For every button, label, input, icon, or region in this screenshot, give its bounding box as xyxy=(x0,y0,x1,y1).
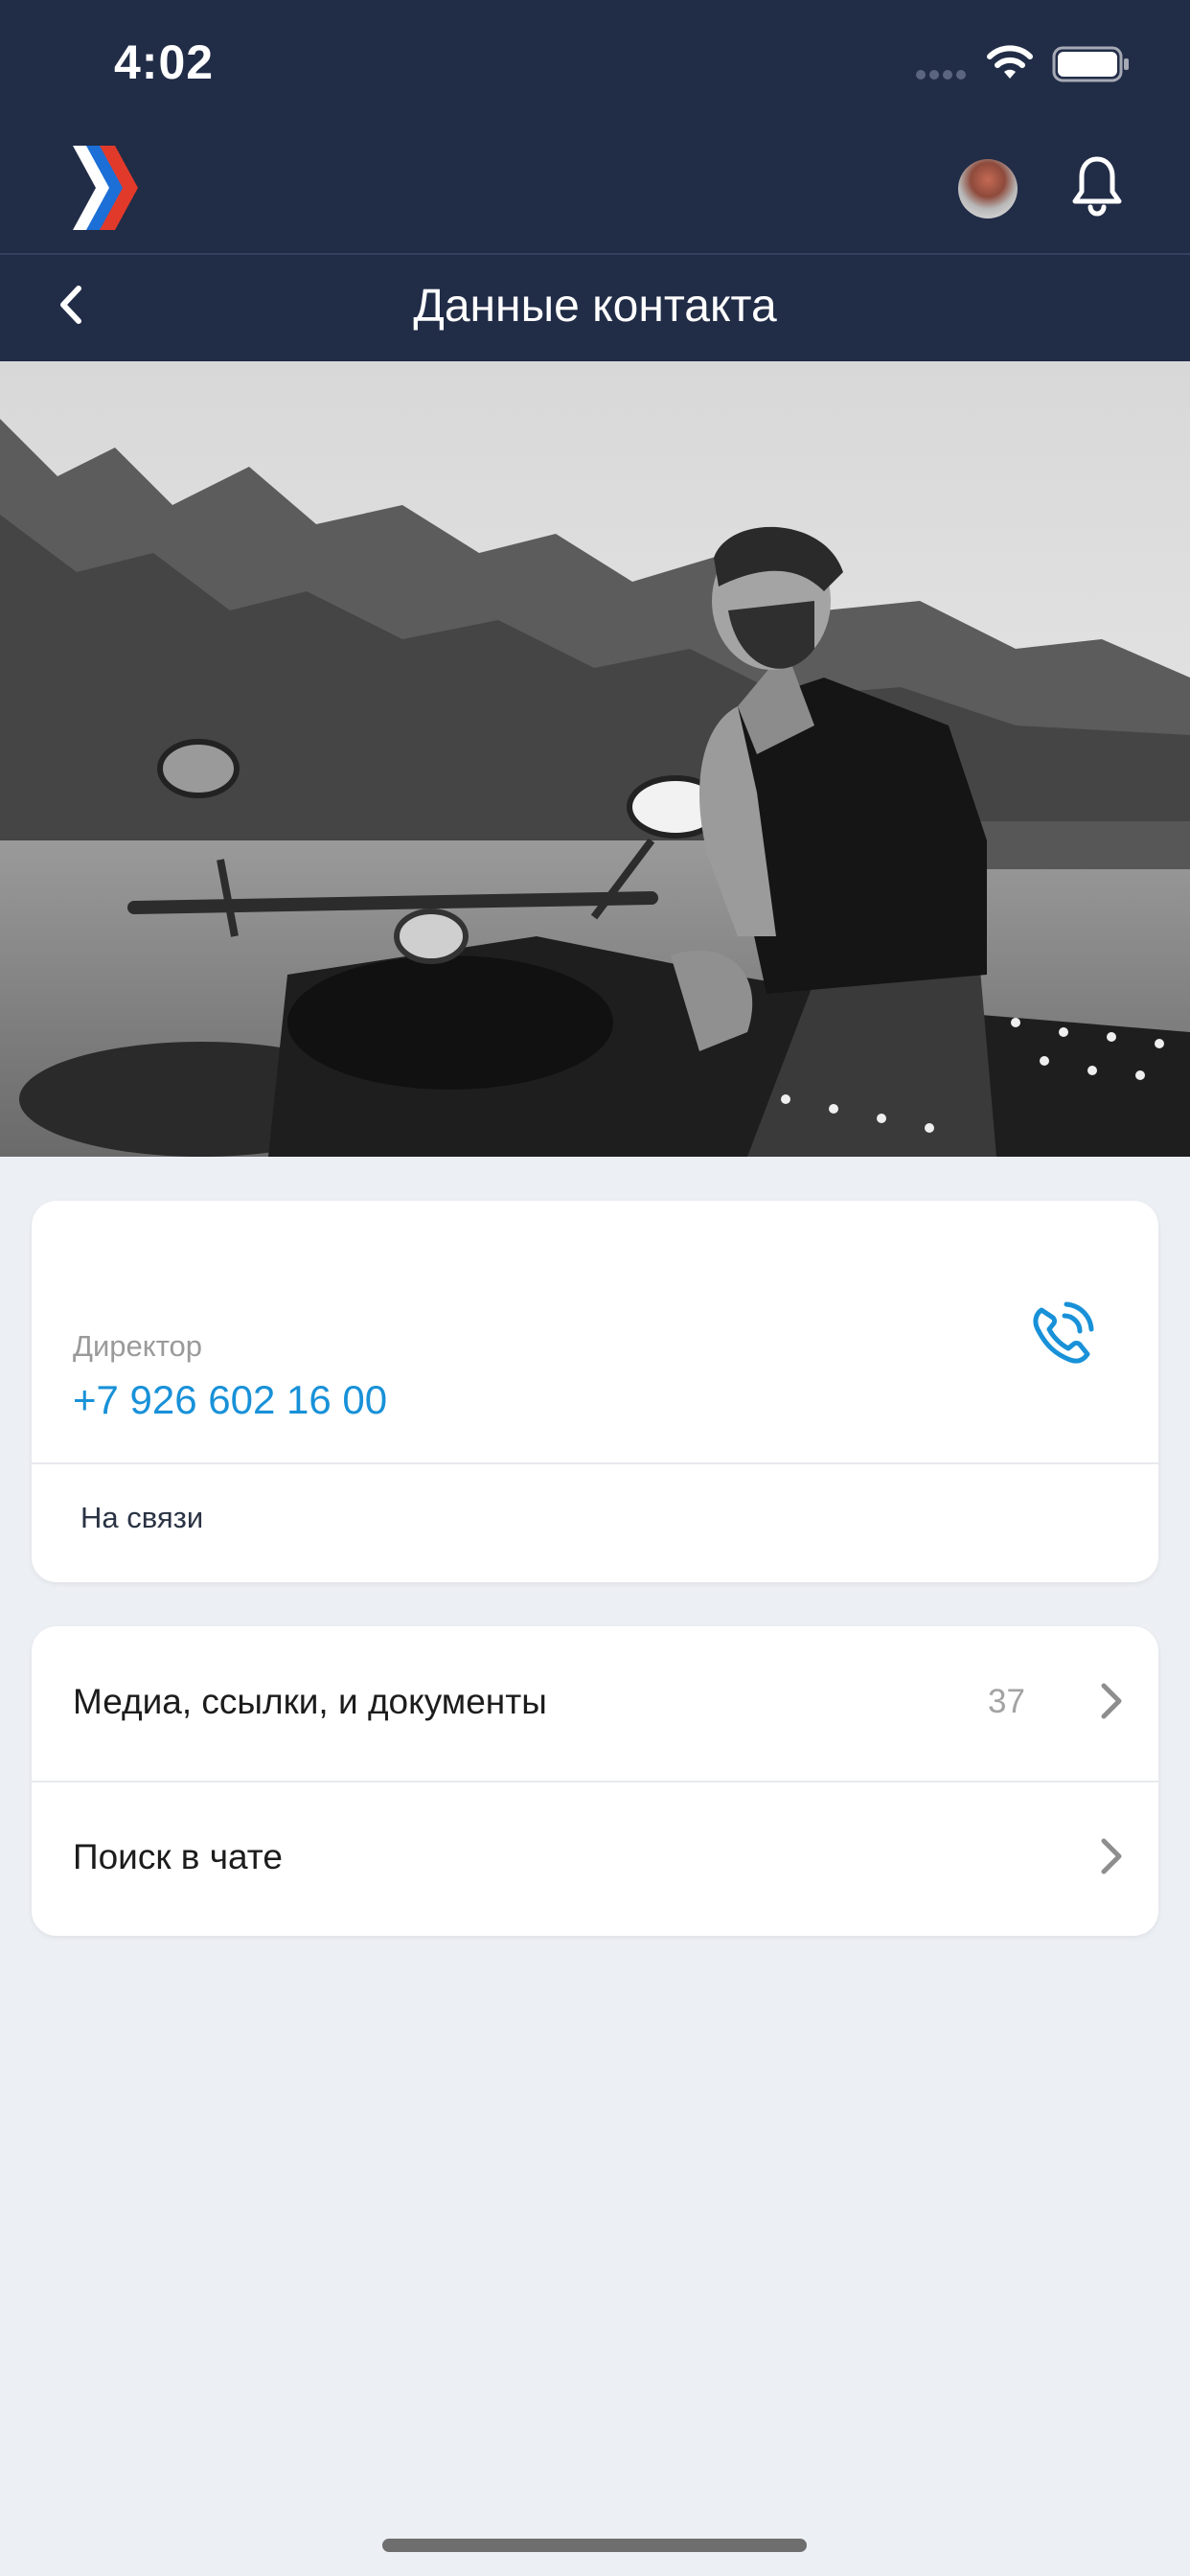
contact-divider xyxy=(32,1462,1158,1464)
status-time: 4:02 xyxy=(114,35,215,89)
menu-item-search-chat[interactable]: Поиск в чате xyxy=(32,1782,1158,1936)
status-bar: 4:02 xyxy=(0,0,1190,129)
app-logo-icon[interactable] xyxy=(71,144,140,232)
contact-phone[interactable]: +7 926 602 16 00 xyxy=(73,1377,387,1423)
contact-photo xyxy=(0,361,1190,1157)
header: 4:02 Данные контакта xyxy=(0,0,1190,361)
chevron-right-icon xyxy=(1101,1838,1122,1874)
wifi-icon xyxy=(987,45,1033,79)
contact-role: Директор xyxy=(73,1329,203,1363)
home-indicator[interactable] xyxy=(382,2539,807,2552)
user-avatar[interactable] xyxy=(958,159,1018,218)
menu-item-media[interactable]: Медиа, ссылки, и документы 37 xyxy=(32,1626,1158,1781)
contact-menu: Медиа, ссылки, и документы 37 Поиск в ча… xyxy=(32,1626,1158,1936)
phone-call-icon[interactable] xyxy=(1024,1297,1101,1373)
media-count-badge: 37 xyxy=(988,1683,1025,1720)
menu-item-label: Медиа, ссылки, и документы xyxy=(73,1682,547,1721)
menu-item-label: Поиск в чате xyxy=(73,1837,283,1876)
contact-status: На связи xyxy=(80,1501,204,1534)
signal-icon xyxy=(916,70,966,80)
header-divider xyxy=(0,253,1190,255)
contact-card: Директор +7 926 602 16 00 На связи xyxy=(32,1201,1158,1582)
battery-icon xyxy=(1052,46,1129,82)
page-title: Данные контакта xyxy=(413,281,777,332)
chevron-right-icon xyxy=(1101,1683,1122,1719)
bell-icon[interactable] xyxy=(1070,155,1124,217)
